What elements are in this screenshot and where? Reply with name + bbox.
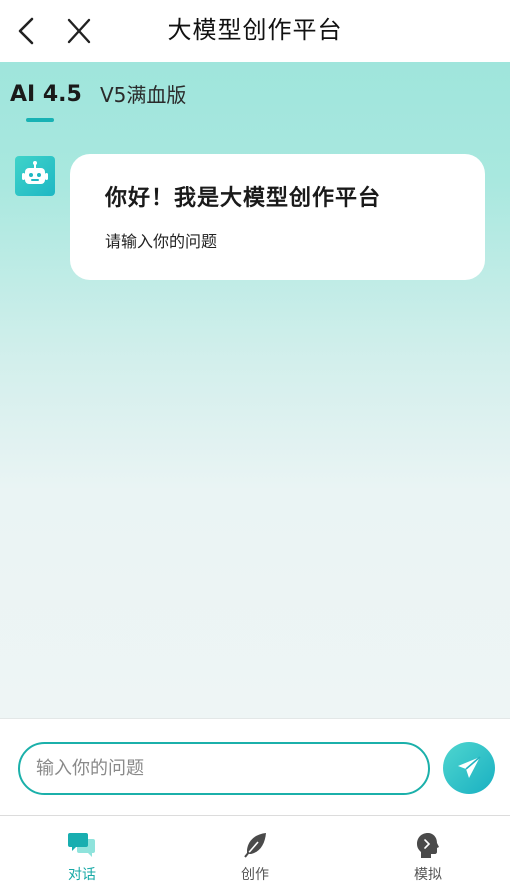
top-bar: 大模型创作平台 <box>0 0 510 62</box>
page-title: 大模型创作平台 <box>167 16 343 44</box>
nav-item-simulate[interactable]: 模拟 <box>368 816 488 885</box>
paper-plane-icon <box>458 756 481 778</box>
model-tabs: AI 4.5 V5满血版 <box>0 62 510 126</box>
robot-avatar <box>15 156 55 196</box>
head-profile-icon <box>417 833 439 858</box>
nav-label-simulate: 模拟 <box>414 867 442 883</box>
feather-icon <box>244 833 266 858</box>
greeting-text: 你好！我是大模型创作平台 <box>105 186 382 211</box>
nav-label-create: 创作 <box>241 867 269 883</box>
bot-message-bubble: 你好！我是大模型创作平台 请输入你的问题 <box>70 154 485 280</box>
question-input[interactable] <box>18 742 430 795</box>
bottom-nav: 对话 创作 模拟 <box>0 816 510 885</box>
robot-icon <box>22 161 48 184</box>
input-bar <box>0 718 510 816</box>
chat-area: AI 4.5 V5满血版 你好！我是大模型创作平台 请输入你的问题 <box>0 62 510 718</box>
nav-item-create[interactable]: 创作 <box>195 816 315 885</box>
active-tab-indicator <box>26 118 54 122</box>
tab-ai-4-5[interactable]: AI 4.5 <box>10 80 82 110</box>
send-button[interactable] <box>443 742 495 794</box>
nav-item-chat[interactable]: 对话 <box>22 816 142 885</box>
nav-label-chat: 对话 <box>68 867 96 883</box>
tab-v5[interactable]: V5满血版 <box>100 80 186 110</box>
chat-bubbles-icon <box>68 833 95 857</box>
prompt-text: 请输入你的问题 <box>105 232 218 251</box>
